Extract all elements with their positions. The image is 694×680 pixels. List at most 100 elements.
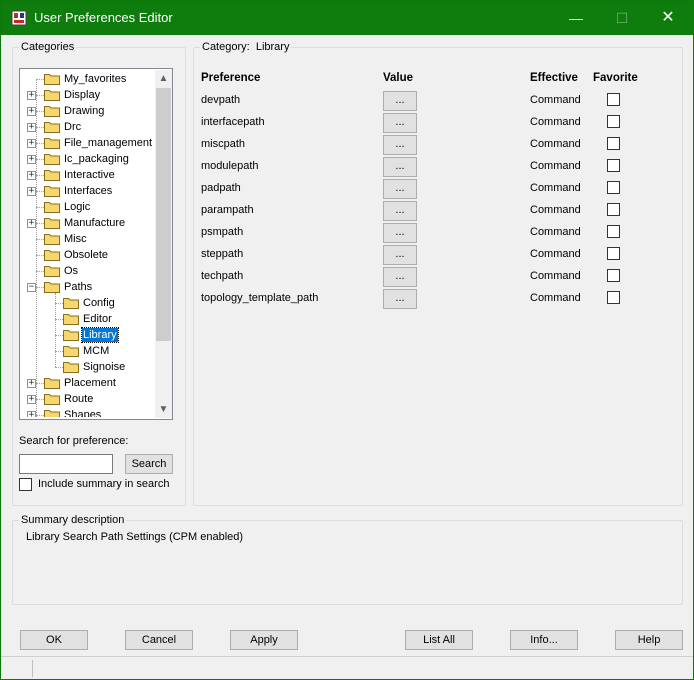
plus-expander-icon[interactable]: + — [27, 139, 36, 148]
folder-icon — [63, 313, 79, 325]
value-browse-button[interactable]: ... — [383, 223, 417, 243]
value-browse-button[interactable]: ... — [383, 267, 417, 287]
favorite-checkbox[interactable] — [607, 93, 620, 106]
category-tree[interactable]: My_favorites + Display + Drawing + Drc + File_ma… — [19, 68, 173, 420]
tree-item[interactable]: Signoise — [22, 359, 154, 375]
tree-item[interactable]: + Manufacture — [22, 215, 154, 231]
title-bar[interactable]: User Preferences Editor — ☐ ✕ — [1, 1, 693, 35]
close-button[interactable]: ✕ — [645, 1, 691, 35]
effective-value: Command — [530, 182, 581, 194]
favorite-checkbox[interactable] — [607, 181, 620, 194]
minimize-button[interactable]: — — [553, 1, 599, 35]
favorite-checkbox[interactable] — [607, 269, 620, 282]
folder-icon — [44, 281, 60, 293]
minus-expander-icon[interactable]: − — [27, 283, 36, 292]
folder-icon — [44, 201, 60, 213]
value-browse-button[interactable]: ... — [383, 179, 417, 199]
tree-item[interactable]: Editor — [22, 311, 154, 327]
tree-item[interactable]: + Placement — [22, 375, 154, 391]
tree-item[interactable]: + Ic_packaging — [22, 151, 154, 167]
help-button[interactable]: Help — [615, 630, 683, 650]
favorite-checkbox[interactable] — [607, 137, 620, 150]
chevron-down-icon[interactable]: ▼ — [155, 401, 172, 418]
apply-button[interactable]: Apply — [230, 630, 298, 650]
tree-connector — [36, 111, 44, 112]
tree-item-label: Ic_packaging — [64, 153, 129, 165]
tree-item-label: Interfaces — [64, 185, 113, 197]
value-browse-button[interactable]: ... — [383, 201, 417, 221]
preference-name: parampath — [201, 204, 254, 216]
tree-scrollbar[interactable]: ▲ ▼ — [155, 70, 172, 418]
cancel-button[interactable]: Cancel — [125, 630, 193, 650]
info-button[interactable]: Info... — [510, 630, 578, 650]
tree-item[interactable]: − Paths — [22, 279, 154, 295]
tree-connector — [36, 79, 37, 417]
favorite-checkbox[interactable] — [607, 159, 620, 172]
tree-connector — [36, 127, 44, 128]
tree-item[interactable]: + Drc — [22, 119, 154, 135]
tree-connector — [36, 255, 44, 256]
tree-item[interactable]: + File_management — [22, 135, 154, 151]
value-browse-button[interactable]: ... — [383, 289, 417, 309]
plus-expander-icon[interactable]: + — [27, 219, 36, 228]
value-browse-button[interactable]: ... — [383, 91, 417, 111]
folder-icon — [44, 121, 60, 133]
tree-item[interactable]: + Interfaces — [22, 183, 154, 199]
column-header-effective: Effective — [530, 72, 578, 84]
plus-expander-icon[interactable]: + — [27, 187, 36, 196]
value-browse-button[interactable]: ... — [383, 113, 417, 133]
plus-expander-icon[interactable]: + — [27, 171, 36, 180]
column-header-favorite: Favorite — [593, 72, 638, 84]
search-input[interactable] — [19, 454, 113, 474]
chevron-up-icon[interactable]: ▲ — [155, 70, 172, 87]
plus-expander-icon[interactable]: + — [27, 395, 36, 404]
tree-item[interactable]: + Display — [22, 87, 154, 103]
plus-expander-icon[interactable]: + — [27, 91, 36, 100]
tree-item[interactable]: + Route — [22, 391, 154, 407]
tree-item[interactable]: Os — [22, 263, 154, 279]
favorite-checkbox[interactable] — [607, 203, 620, 216]
tree-item[interactable]: + Shapes — [22, 407, 154, 417]
tree-connector — [36, 143, 44, 144]
value-browse-button[interactable]: ... — [383, 135, 417, 155]
list-all-button[interactable]: List All — [405, 630, 473, 650]
tree-item[interactable]: + Drawing — [22, 103, 154, 119]
plus-expander-icon[interactable]: + — [27, 155, 36, 164]
maximize-button[interactable]: ☐ — [599, 1, 645, 35]
preference-name: psmpath — [201, 226, 244, 238]
tree-item[interactable]: + Interactive — [22, 167, 154, 183]
plus-expander-icon[interactable]: + — [27, 107, 36, 116]
favorite-checkbox[interactable] — [607, 247, 620, 260]
preference-name: padpath — [201, 182, 241, 194]
categories-group-label: Categories — [19, 41, 77, 53]
plus-expander-icon[interactable]: + — [27, 123, 36, 132]
effective-value: Command — [530, 94, 581, 106]
tree-item[interactable]: Misc — [22, 231, 154, 247]
window-title: User Preferences Editor — [34, 10, 173, 25]
summary-group-label: Summary description — [19, 514, 127, 526]
tree-item[interactable]: Config — [22, 295, 154, 311]
scrollbar-thumb[interactable] — [156, 88, 171, 341]
favorite-checkbox[interactable] — [607, 225, 620, 238]
status-bar — [1, 656, 693, 679]
tree-connector — [36, 159, 44, 160]
favorite-checkbox[interactable] — [607, 115, 620, 128]
plus-expander-icon[interactable]: + — [27, 379, 36, 388]
status-divider — [32, 660, 33, 677]
value-browse-button[interactable]: ... — [383, 245, 417, 265]
include-summary-checkbox[interactable] — [19, 478, 32, 491]
tree-item-label: Display — [64, 89, 101, 101]
tree-item[interactable]: Logic — [22, 199, 154, 215]
tree-connector — [36, 399, 44, 400]
tree-item[interactable]: Library — [22, 327, 154, 343]
favorite-checkbox[interactable] — [607, 291, 620, 304]
tree-item[interactable]: MCM — [22, 343, 154, 359]
tree-item-label: Drc — [64, 121, 82, 133]
ok-button[interactable]: OK — [20, 630, 88, 650]
tree-item[interactable]: My_favorites — [22, 71, 154, 87]
tree-item[interactable]: Obsolete — [22, 247, 154, 263]
search-button[interactable]: Search — [125, 454, 173, 474]
plus-expander-icon[interactable]: + — [27, 411, 36, 417]
value-browse-button[interactable]: ... — [383, 157, 417, 177]
tree-item-label: Logic — [64, 201, 91, 213]
